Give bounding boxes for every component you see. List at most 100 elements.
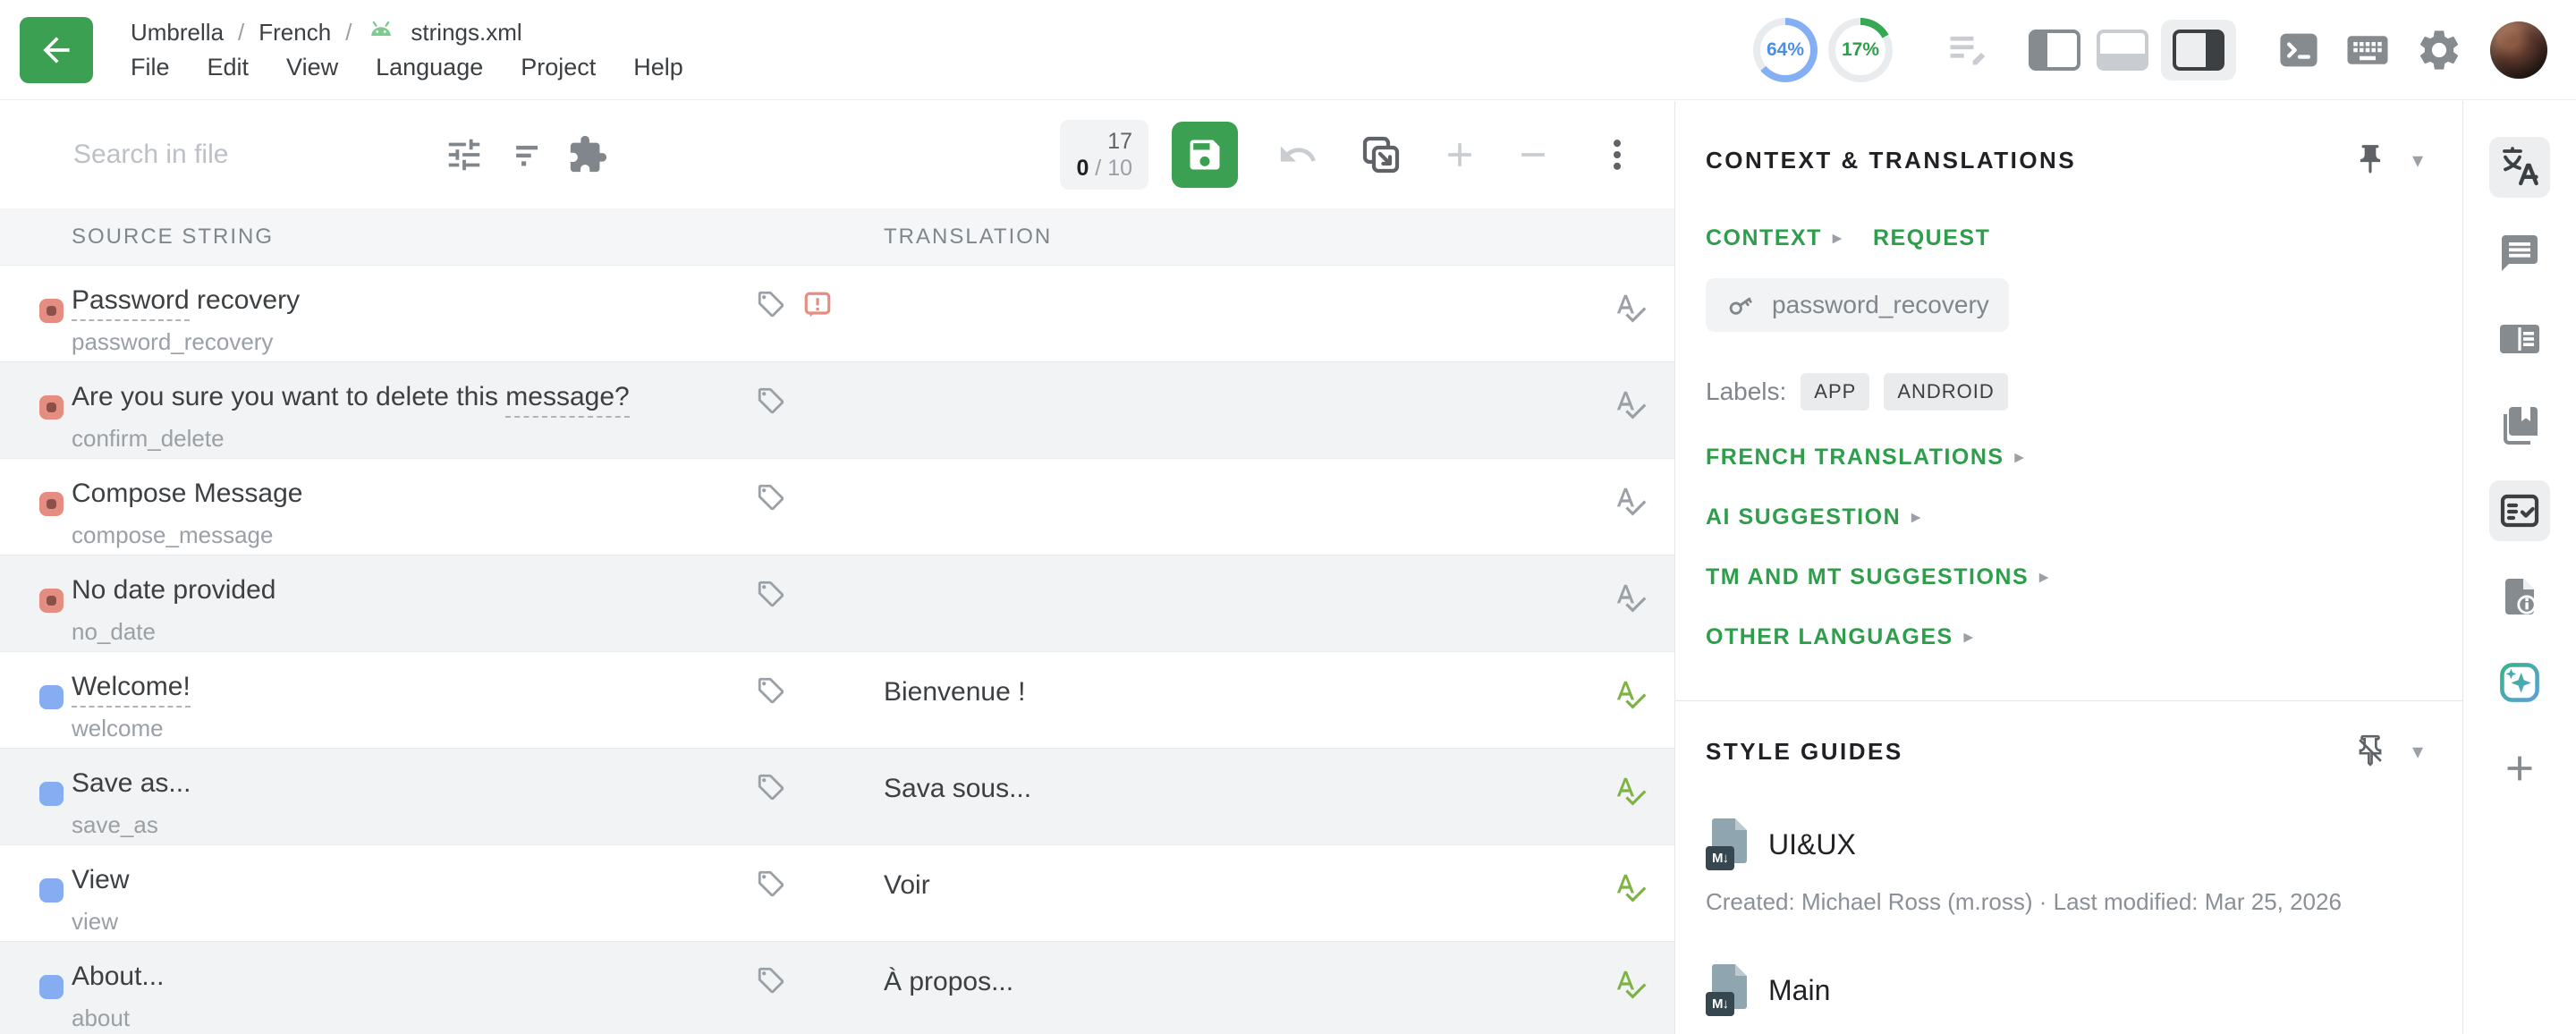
- menu-project[interactable]: Project: [521, 54, 596, 81]
- panel-pin-button[interactable]: [2353, 142, 2387, 179]
- right-rail: [2463, 101, 2576, 1034]
- tag-icon[interactable]: [756, 289, 786, 324]
- source-cell[interactable]: Save as...save_as: [72, 768, 191, 839]
- menu-file[interactable]: File: [131, 54, 170, 81]
- tune-icon[interactable]: [444, 134, 485, 175]
- string-key: confirm_delete: [72, 425, 630, 453]
- tag-icon[interactable]: [756, 579, 786, 614]
- table-row[interactable]: Welcome!welcome Bienvenue !: [0, 652, 1674, 749]
- rail-glossary-button[interactable]: [2489, 394, 2550, 455]
- copy-move-button[interactable]: [1360, 133, 1402, 176]
- section-link-tm-and-mt-suggestions[interactable]: TM AND MT SUGGESTIONS▸: [1706, 564, 2462, 590]
- keyboard-shortcuts-button[interactable]: [2343, 26, 2392, 74]
- add-string-button[interactable]: [1440, 135, 1479, 174]
- spellcheck-icon[interactable]: [1614, 677, 1648, 716]
- string-count-badge: 17 0 / 10: [1060, 120, 1148, 190]
- translation-text[interactable]: Sava sous...: [884, 774, 1031, 804]
- search-input[interactable]: [72, 139, 394, 171]
- progress-ring-translated[interactable]: 64%: [1753, 18, 1818, 82]
- avatar[interactable]: [2490, 21, 2547, 79]
- table-row[interactable]: About...about À propos...: [0, 942, 1674, 1034]
- tab-request[interactable]: REQUEST: [1873, 225, 1990, 251]
- source-cell[interactable]: No date providedno_date: [72, 575, 276, 646]
- style-guides-collapse-chevron[interactable]: ▾: [2412, 739, 2423, 765]
- filter-icon[interactable]: [508, 135, 547, 174]
- table-row[interactable]: Viewview Voir: [0, 845, 1674, 942]
- label-chip-android: ANDROID: [1884, 373, 2007, 411]
- table-row[interactable]: Save as...save_as Sava sous...: [0, 749, 1674, 845]
- draft-edit-icon[interactable]: [1945, 27, 1991, 73]
- rail-context-button[interactable]: [2489, 309, 2550, 369]
- more-menu-button[interactable]: [1597, 135, 1637, 174]
- tag-icon[interactable]: [756, 965, 786, 1000]
- settings-button[interactable]: [2415, 26, 2463, 74]
- source-cell[interactable]: Viewview: [72, 865, 129, 936]
- source-cell[interactable]: Password recoverypassword_recovery: [72, 285, 300, 356]
- remove-string-button[interactable]: [1513, 135, 1553, 174]
- source-cell[interactable]: Compose Messagecompose_message: [72, 479, 302, 549]
- menu-language[interactable]: Language: [376, 54, 483, 81]
- translation-text[interactable]: Bienvenue !: [884, 677, 1025, 708]
- style-guide-link[interactable]: M↓UI&UX: [1706, 818, 2462, 870]
- breadcrumb-project[interactable]: Umbrella: [131, 19, 224, 47]
- rail-comments-button[interactable]: [2489, 223, 2550, 284]
- layout-bottom-panel-button[interactable]: [2097, 30, 2148, 71]
- breadcrumb-language[interactable]: French: [258, 19, 331, 47]
- source-cell[interactable]: About...about: [72, 962, 164, 1032]
- kebab-icon: [1597, 135, 1637, 174]
- translation-text[interactable]: Voir: [884, 870, 930, 901]
- section-link-other-languages[interactable]: OTHER LANGUAGES▸: [1706, 624, 2462, 650]
- spellcheck-icon[interactable]: [1614, 291, 1648, 329]
- glossary-term: message?: [505, 382, 629, 418]
- spellcheck-icon[interactable]: [1614, 484, 1648, 522]
- source-cell[interactable]: Welcome!welcome: [72, 672, 191, 742]
- breadcrumb-file[interactable]: strings.xml: [411, 19, 521, 47]
- menu-view[interactable]: View: [286, 54, 338, 81]
- string-key: compose_message: [72, 521, 302, 549]
- style-guide-name: UI&UX: [1768, 828, 1856, 861]
- source-string: Welcome!: [72, 672, 191, 702]
- table-row[interactable]: Compose Messagecompose_message: [0, 459, 1674, 555]
- spellcheck-icon[interactable]: [1614, 387, 1648, 426]
- progress-ring-reviewed[interactable]: 17%: [1828, 18, 1893, 82]
- tag-icon[interactable]: [756, 869, 786, 903]
- layout-left-panel-button[interactable]: [2029, 30, 2080, 71]
- menu-help[interactable]: Help: [633, 54, 683, 81]
- tag-icon[interactable]: [756, 482, 786, 517]
- panel-collapse-chevron[interactable]: ▾: [2412, 148, 2423, 174]
- rail-ai-button[interactable]: [2489, 652, 2550, 713]
- section-link-ai-suggestion[interactable]: AI SUGGESTION▸: [1706, 504, 2462, 530]
- save-button[interactable]: [1172, 122, 1238, 188]
- spellcheck-icon[interactable]: [1614, 967, 1648, 1005]
- spellcheck-icon[interactable]: [1614, 870, 1648, 909]
- rail-document-info-button[interactable]: [2489, 566, 2550, 627]
- tab-context[interactable]: CONTEXT: [1706, 225, 1822, 251]
- layout-right-panel-button[interactable]: [2173, 30, 2224, 71]
- translation-text[interactable]: À propos...: [884, 967, 1013, 997]
- terminal-button[interactable]: [2275, 27, 2322, 73]
- section-link-french-translations[interactable]: FRENCH TRANSLATIONS▸: [1706, 445, 2462, 470]
- menu-edit[interactable]: Edit: [208, 54, 250, 81]
- comment-alert-icon[interactable]: [801, 289, 834, 326]
- undo-button[interactable]: [1277, 134, 1318, 175]
- rail-add-button[interactable]: [2489, 738, 2550, 799]
- spellcheck-icon[interactable]: [1614, 774, 1648, 812]
- table-row[interactable]: Are you sure you want to delete this mes…: [0, 362, 1674, 459]
- tag-icon[interactable]: [756, 772, 786, 807]
- puzzle-icon[interactable]: [567, 134, 608, 175]
- key-chip[interactable]: password_recovery: [1706, 278, 2009, 332]
- style-guide-link[interactable]: M↓Main: [1706, 964, 2462, 1016]
- rail-translations-button[interactable]: [2489, 137, 2550, 198]
- tag-icon[interactable]: [756, 386, 786, 420]
- style-guide-meta: Created: Michael Ross (m.ross) · Last mo…: [1706, 888, 2462, 916]
- back-button[interactable]: [20, 17, 93, 83]
- table-row[interactable]: Password recoverypassword_recovery: [0, 266, 1674, 362]
- context-expand-arrow[interactable]: ▸: [1833, 228, 1843, 249]
- style-guides-unpin-button[interactable]: [2353, 733, 2387, 770]
- rail-checks-button[interactable]: [2489, 480, 2550, 541]
- spellcheck-icon[interactable]: [1614, 581, 1648, 619]
- table-row[interactable]: No date providedno_date: [0, 555, 1674, 652]
- tag-icon[interactable]: [756, 675, 786, 710]
- source-cell[interactable]: Are you sure you want to delete this mes…: [72, 382, 630, 453]
- content-area: 17 0 / 10 SOURCE STRING T: [0, 101, 2576, 1034]
